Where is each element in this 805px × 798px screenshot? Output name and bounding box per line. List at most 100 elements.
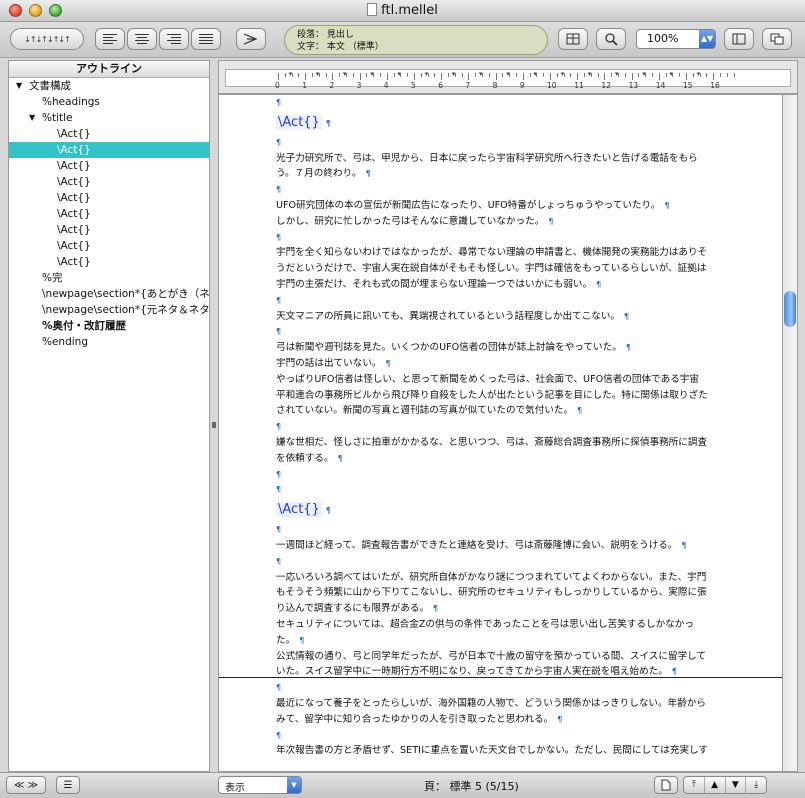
toggle-sidebar-button[interactable]: [724, 28, 754, 50]
scrollbar-thumb[interactable]: [784, 291, 796, 327]
ruler-tick: [495, 73, 497, 80]
empty-paragraph: ¶: [276, 522, 731, 538]
tab-stop-icon[interactable]: ▾: [397, 70, 401, 78]
outline-options-button[interactable]: ☰: [56, 776, 80, 794]
tab-stop-icon[interactable]: ▾: [588, 70, 592, 78]
outline-item[interactable]: \Act{}: [9, 206, 209, 222]
disclosure-triangle-icon[interactable]: ▼: [29, 110, 35, 126]
outline-item-label: \Act{}: [57, 208, 91, 220]
outline-item[interactable]: \Act{}: [9, 254, 209, 270]
pilcrow-mark: ¶: [276, 525, 282, 535]
last-page-button[interactable]: ⤓: [746, 777, 766, 793]
tab-stop-icon[interactable]: ▾: [669, 70, 673, 78]
outline-item-label: \Act{}: [57, 160, 91, 172]
outline-item[interactable]: %ending: [9, 334, 209, 350]
collapse-expand-button[interactable]: ≪ ≫: [6, 776, 46, 794]
outline-item[interactable]: \Act{}: [9, 190, 209, 206]
tab-stop-icon[interactable]: ▾: [561, 70, 565, 78]
tab-stop-icon[interactable]: ▾: [615, 70, 619, 78]
outline-item[interactable]: ▼ 文書構成: [9, 78, 209, 94]
align-left-button[interactable]: [95, 28, 125, 50]
outline-item[interactable]: \newpage\section*{元ネタ＆ネタ: [9, 302, 209, 318]
ruler-tick: [380, 73, 381, 77]
pilcrow-mark: ¶: [681, 541, 687, 550]
style-info-box[interactable]: 段落： 見出し 文字： 本文 （標準）: [284, 25, 548, 55]
tab-stop-icon[interactable]: ▾: [370, 70, 374, 78]
tab-stop-icon[interactable]: ▾: [425, 70, 429, 78]
zoom-value: 100%: [647, 32, 679, 45]
tab-stop-icon[interactable]: ▾: [642, 70, 646, 78]
ruler-tick: [502, 73, 504, 77]
pilcrow-mark: ¶: [671, 667, 677, 677]
ruler-tick: [468, 73, 470, 80]
outline-item-label: \newpage\section*{元ネタ＆ネタ: [42, 304, 210, 316]
page-break-line: [219, 677, 782, 678]
tab-stop-icon[interactable]: ▾: [533, 70, 537, 78]
text-line: UFO研究団体の本の宣伝が新聞広告になったり、UFO特番がしょっちゅうやっていた…: [276, 198, 731, 214]
outline-item[interactable]: \Act{}: [9, 238, 209, 254]
vertical-scrollbar[interactable]: [783, 94, 798, 772]
ruler-tick: [652, 73, 653, 77]
text-line: 平和連合の事務所ビルから飛び降り自殺をした人が出たという記事を目にした。特に関係…: [276, 388, 731, 404]
tab-stop-icon[interactable]: ▾: [343, 70, 347, 78]
text-line-content: 平和連合の事務所ビルから飛び降り自殺をした人が出たという記事を目にした。特に関係…: [276, 389, 708, 401]
pilcrow-mark: ¶: [276, 98, 282, 107]
tab-stop-icon[interactable]: ▾: [452, 70, 456, 78]
align-justify-button[interactable]: [191, 28, 221, 50]
outline-item[interactable]: \Act{}: [9, 158, 209, 174]
tab-stop-icon[interactable]: ▾: [289, 70, 293, 78]
pilcrow-mark: ¶: [365, 169, 371, 179]
ruler-number: 1: [302, 81, 307, 90]
page-button[interactable]: [654, 776, 678, 794]
ruler-tick: [733, 73, 735, 77]
text-line: 年次報告書の方と矛盾せず、SETIに重点を置いた天文台でしかない。ただし、民間に…: [276, 743, 731, 759]
tab-stop-icon[interactable]: ▾: [506, 70, 510, 78]
pilcrow-mark: ¶: [276, 422, 282, 432]
ruler-tick: [420, 73, 422, 77]
sidebar-splitter[interactable]: [210, 60, 218, 772]
pilcrow-mark: ¶: [276, 295, 282, 305]
pilcrow-mark: ¶: [385, 359, 391, 368]
zoom-select[interactable]: 100% ▲▼: [636, 29, 716, 49]
text-line: されていない。新聞の写真と週刊誌の写真が似ていたので気付いた。 ¶: [276, 403, 731, 419]
tab-stop-icon[interactable]: ▾: [316, 70, 320, 78]
outline-item[interactable]: \newpage\section*{あとがき（ネ: [9, 286, 209, 302]
disclosure-triangle-icon[interactable]: ▼: [16, 78, 22, 94]
align-justify-icon: [199, 34, 213, 44]
empty-paragraph: ¶: [276, 467, 731, 483]
align-center-button[interactable]: [127, 28, 157, 50]
ruler[interactable]: 0 ▾ 1 ▾ 2 ▾ 3 ▾ 4 ▾ 5 ▾ 6 ▾ 7 ▾ 8 ▾ 9 ▾ 10 ▾ 11 ▾ 12 ▾ 13 ▾ 14 ▾ 15 ▾ 16: [218, 60, 798, 94]
view-select[interactable]: 表示 ▼: [218, 776, 302, 794]
ruler-tick: [529, 73, 531, 77]
find-button[interactable]: [596, 28, 626, 50]
palettes-button[interactable]: [762, 28, 792, 50]
pilcrow-mark: ¶: [557, 714, 563, 724]
outline-item[interactable]: \Act{}: [9, 142, 209, 158]
tab-stop-icon[interactable]: ▾: [479, 70, 483, 78]
previous-page-button[interactable]: ▲: [705, 777, 726, 793]
ruler-tick: [441, 73, 443, 80]
document-area[interactable]: ¶ \Act{} ¶ ¶ 光子力研究所で、弓は、甲児から、日本に戻ったら宇宙科学研究所へ…: [218, 94, 783, 772]
outline-item[interactable]: %奥付・改訂履歴: [9, 318, 209, 334]
direction-button[interactable]: [236, 28, 266, 50]
ruler-tick: [522, 73, 524, 80]
outline-item[interactable]: \Act{}: [9, 222, 209, 238]
text-line: やっぱりUFO信者は怪しい、と思って新聞をめくった弓は、社会面で、UFO信者の団…: [276, 372, 731, 388]
first-page-button[interactable]: ⤒: [684, 777, 705, 793]
align-right-button[interactable]: [159, 28, 189, 50]
ruler-tick: [611, 73, 613, 77]
tab-stop-icon[interactable]: ▾: [697, 70, 701, 78]
tab-stops-button[interactable]: ↓↑↓↑↓↑↓↑: [10, 28, 84, 50]
outline-item[interactable]: %完: [9, 270, 209, 286]
ruler-tick: [665, 73, 667, 77]
table-button[interactable]: [558, 28, 588, 50]
magnifier-icon: [605, 33, 618, 46]
outline-item[interactable]: \Act{}: [9, 174, 209, 190]
outline-item[interactable]: ▼ %title: [9, 110, 209, 126]
empty-paragraph: ¶: [276, 293, 731, 309]
pilcrow-mark: ¶: [276, 327, 282, 337]
next-page-button[interactable]: ▼: [726, 777, 747, 793]
outline-item[interactable]: %headings: [9, 94, 209, 110]
outline-item[interactable]: \Act{}: [9, 126, 209, 142]
ruler-tick: [298, 73, 300, 77]
